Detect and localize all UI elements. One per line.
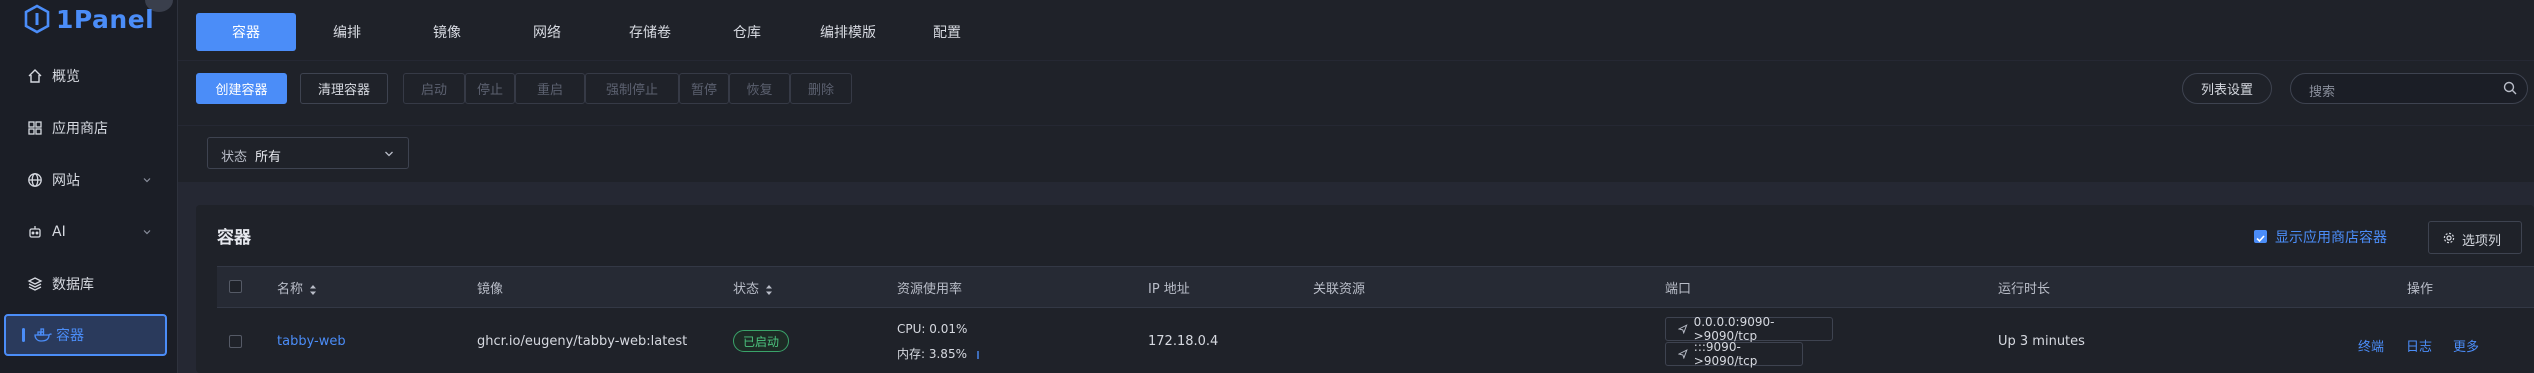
container-name-link[interactable]: tabby-web — [277, 334, 346, 349]
container-image: ghcr.io/eugeny/tabby-web:latest — [477, 334, 688, 349]
column-header-actions: 操作 — [2407, 282, 2434, 297]
column-header-resources: 资源使用率 — [897, 282, 963, 297]
panel-title: 容器 — [217, 228, 251, 248]
show-app-store-checkbox[interactable] — [2254, 230, 2267, 243]
sidebar-item-website[interactable]: 网站 — [0, 160, 177, 200]
docker-icon — [34, 326, 52, 344]
chevron-down-icon — [385, 151, 393, 157]
column-header-uptime: 运行时长 — [1998, 282, 2051, 297]
column-header-image: 镜像 — [477, 282, 504, 297]
memory-usage-text: 内存: 3.85% — [897, 347, 967, 361]
table-header — [217, 266, 2534, 308]
row-checkbox[interactable] — [229, 335, 242, 348]
terminal-link[interactable]: 终端 — [2358, 336, 2384, 355]
tab-image[interactable]: 镜像 — [415, 13, 479, 51]
robot-icon — [26, 223, 44, 241]
columns-button[interactable]: 选项列 — [2428, 221, 2522, 254]
container-uptime: Up 3 minutes — [1998, 334, 2085, 349]
logs-link[interactable]: 日志 — [2406, 336, 2432, 355]
sort-icon[interactable] — [765, 284, 773, 296]
list-settings-button[interactable]: 列表设置 — [2182, 73, 2272, 104]
memory-usage: 内存: 3.85% — [897, 345, 981, 362]
sidebar-item-overview[interactable]: 概览 — [0, 56, 177, 96]
sidebar-item-ai[interactable]: AI — [0, 212, 177, 252]
status-badge: 已启动 — [733, 330, 789, 352]
status-filter-value: 所有 — [255, 150, 282, 165]
sidebar-item-label: AI — [52, 224, 66, 240]
create-container-button[interactable]: 创建容器 — [196, 73, 287, 104]
layers-icon — [26, 275, 44, 293]
resume-button[interactable]: 恢复 — [729, 73, 790, 104]
columns-button-label: 选项列 — [2462, 234, 2502, 249]
container-ip: 172.18.0.4 — [1148, 334, 1219, 349]
filter-bar — [178, 126, 2534, 182]
tab-compose-template[interactable]: 编排模版 — [805, 13, 891, 51]
globe-icon — [26, 171, 44, 189]
column-header-related: 关联资源 — [1313, 282, 1366, 297]
sidebar-item-container[interactable]: 容器 — [4, 314, 167, 356]
check-icon — [2256, 235, 2265, 243]
sidebar-item-label: 容器 — [56, 328, 84, 344]
search-icon[interactable] — [2503, 81, 2517, 95]
sort-icon[interactable] — [309, 284, 317, 296]
column-header-ports: 端口 — [1665, 282, 1692, 297]
port-mapping[interactable]: 0.0.0.0:9090->9090/tcp — [1665, 315, 1833, 343]
logo-text: 1Panel — [56, 4, 155, 34]
pause-button[interactable]: 暂停 — [679, 73, 729, 104]
tab-compose[interactable]: 编排 — [315, 13, 379, 51]
column-header-label: 状态 — [733, 282, 760, 297]
cpu-usage: CPU: 0.01% — [897, 322, 968, 336]
grid-icon — [26, 119, 44, 137]
sidebar-item-label: 应用商店 — [52, 121, 108, 137]
force-stop-button[interactable]: 强制停止 — [585, 73, 679, 104]
home-icon — [26, 67, 44, 85]
tab-network[interactable]: 网络 — [515, 13, 579, 51]
sidebar-item-database[interactable]: 数据库 — [0, 264, 177, 304]
column-header-name[interactable]: 名称 — [277, 278, 317, 297]
search-placeholder: 搜索 — [2309, 85, 2336, 100]
port-mapping[interactable]: :::9090->9090/tcp — [1665, 340, 1803, 368]
column-header-label: 名称 — [277, 282, 304, 297]
port-mapping-text: 0.0.0.0:9090->9090/tcp — [1693, 315, 1775, 343]
logo-hexagon-icon — [24, 4, 50, 34]
tab-volume[interactable]: 存储卷 — [615, 13, 685, 51]
select-all-checkbox[interactable] — [229, 280, 242, 293]
status-filter-label: 状态 — [221, 150, 248, 165]
info-icon[interactable] — [975, 350, 981, 360]
search-input[interactable]: 搜索 — [2290, 73, 2528, 104]
column-header-ip: IP 地址 — [1148, 282, 1190, 297]
app-logo[interactable]: 1Panel — [24, 2, 154, 36]
start-button[interactable]: 启动 — [403, 73, 465, 104]
sidebar: 1Panel 概览 应用商店 网站 AI 数据库 容器 — [0, 0, 178, 373]
tab-settings[interactable]: 配置 — [915, 13, 979, 51]
clean-container-button[interactable]: 清理容器 — [300, 73, 388, 104]
send-icon — [1678, 349, 1688, 359]
sidebar-item-app-store[interactable]: 应用商店 — [0, 108, 177, 148]
chevron-down-icon — [143, 230, 151, 235]
tab-container[interactable]: 容器 — [196, 13, 296, 51]
show-app-store-label[interactable]: 显示应用商店容器 — [2275, 227, 2387, 247]
stop-button[interactable]: 停止 — [465, 73, 515, 104]
sidebar-item-label: 数据库 — [52, 277, 94, 293]
status-filter-select[interactable]: 状态 所有 — [207, 137, 409, 169]
column-header-status[interactable]: 状态 — [733, 278, 773, 297]
gear-icon — [2443, 232, 2455, 244]
sidebar-item-label: 网站 — [52, 173, 80, 189]
tab-repository[interactable]: 仓库 — [715, 13, 779, 51]
more-link[interactable]: 更多 — [2453, 336, 2479, 355]
active-indicator — [22, 328, 25, 342]
restart-button[interactable]: 重启 — [515, 73, 585, 104]
chevron-down-icon — [143, 178, 151, 183]
sidebar-item-label: 概览 — [52, 69, 80, 85]
delete-button[interactable]: 删除 — [790, 73, 852, 104]
send-icon — [1678, 324, 1688, 334]
port-mapping-text: :::9090->9090/tcp — [1693, 340, 1758, 368]
